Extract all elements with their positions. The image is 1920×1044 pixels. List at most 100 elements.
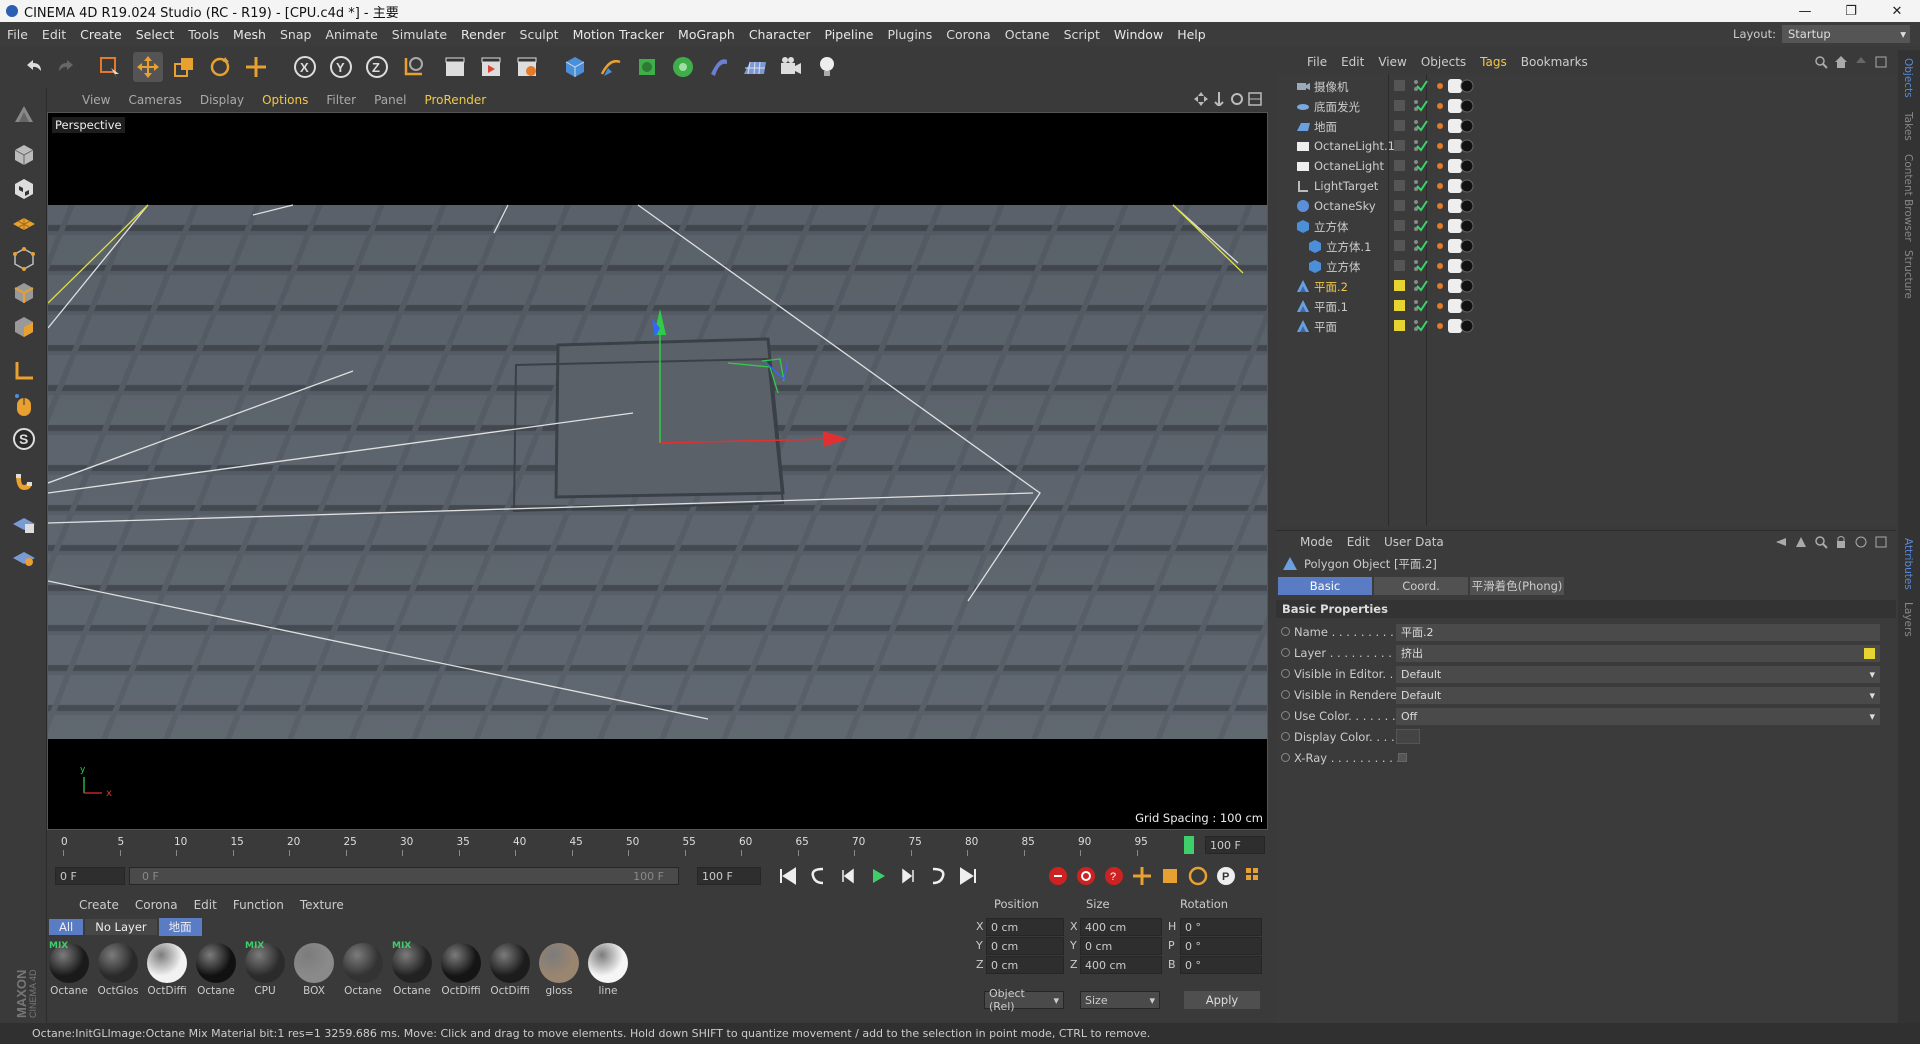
menu-create[interactable]: Create <box>73 27 129 42</box>
side-tab-layers[interactable]: Layers <box>1902 602 1914 637</box>
new-panel-icon[interactable] <box>1854 535 1868 549</box>
enabled-check-icon[interactable] <box>1416 279 1428 293</box>
material-menu-texture[interactable]: Texture <box>292 898 352 912</box>
y-axis-lock-button[interactable]: Y <box>326 52 356 82</box>
attribute-menu-edit[interactable]: Edit <box>1347 535 1370 549</box>
material-swatch[interactable]: MIX Octane <box>47 941 91 1001</box>
back-arrow-icon[interactable] <box>1774 535 1788 549</box>
object-name[interactable]: LightTarget <box>1314 179 1378 193</box>
attribute-value-field[interactable]: Default ▾ <box>1396 665 1880 683</box>
material-swatch[interactable]: Octane <box>341 941 385 1001</box>
object-tags-icon[interactable] <box>1434 238 1474 254</box>
size-field[interactable]: 400 cm <box>1080 918 1162 936</box>
rotate-view-icon[interactable] <box>1230 92 1244 106</box>
object-tags-icon[interactable] <box>1434 98 1474 114</box>
menu-animate[interactable]: Animate <box>318 27 384 42</box>
previous-key-icon[interactable] <box>807 865 829 887</box>
close-button[interactable]: ✕ <box>1874 0 1920 22</box>
object-row[interactable]: 立方体 <box>1276 216 1896 236</box>
object-row[interactable]: OctaneSky <box>1276 196 1896 216</box>
object-row[interactable]: 底面发光 <box>1276 96 1896 116</box>
enabled-check-icon[interactable] <box>1416 299 1428 313</box>
object-menu-tags[interactable]: Tags <box>1473 55 1514 69</box>
object-tags-icon[interactable] <box>1434 158 1474 174</box>
object-tags-icon[interactable] <box>1434 178 1474 194</box>
material-swatch[interactable]: OctDiffi <box>439 941 483 1001</box>
object-name[interactable]: 立方体 <box>1314 219 1349 235</box>
menu-corona[interactable]: Corona <box>939 27 997 42</box>
position-field[interactable]: 0 cm <box>986 956 1064 974</box>
enabled-check-icon[interactable] <box>1416 79 1428 93</box>
maximize-panel-icon[interactable] <box>1874 55 1888 69</box>
menu-plugins[interactable]: Plugins <box>880 27 939 42</box>
light-button[interactable] <box>812 52 842 82</box>
key-parameter-icon[interactable]: P <box>1215 865 1237 887</box>
attribute-value-field[interactable]: 平面.2 <box>1396 623 1880 641</box>
current-frame-field[interactable]: 0 F <box>55 867 125 885</box>
menu-select[interactable]: Select <box>129 27 182 42</box>
animate-radio-icon[interactable] <box>1281 690 1290 699</box>
key-rotation-icon[interactable] <box>1187 865 1209 887</box>
attribute-tab-basic[interactable]: Basic <box>1278 577 1372 595</box>
menu-help[interactable]: Help <box>1170 27 1213 42</box>
lock-icon[interactable] <box>1834 535 1848 549</box>
layer-color-chip[interactable] <box>1394 120 1405 131</box>
object-name[interactable]: 底面发光 <box>1314 99 1360 115</box>
size-field[interactable]: 400 cm <box>1080 956 1162 974</box>
recent-tools-button[interactable] <box>241 52 271 82</box>
layer-color-swatch[interactable] <box>1864 647 1875 659</box>
material-swatch[interactable]: MIX CPU <box>243 941 287 1001</box>
snap-button[interactable] <box>8 466 40 496</box>
material-swatch[interactable]: OctDiffi <box>488 941 532 1001</box>
enabled-check-icon[interactable] <box>1416 259 1428 273</box>
menu-window[interactable]: Window <box>1107 27 1170 42</box>
animate-radio-icon[interactable] <box>1281 732 1290 741</box>
camera-button[interactable] <box>776 52 806 82</box>
attribute-value-field[interactable]: Default ▾ <box>1396 686 1880 704</box>
menu-mograph[interactable]: MoGraph <box>671 27 742 42</box>
solo-mode-button[interactable]: S <box>8 424 40 454</box>
search-icon[interactable] <box>1814 55 1828 69</box>
animate-radio-icon[interactable] <box>1281 711 1290 720</box>
object-menu-edit[interactable]: Edit <box>1334 55 1371 69</box>
size-field[interactable]: 0 cm <box>1080 937 1162 955</box>
viewport-menu-filter[interactable]: Filter <box>317 93 365 107</box>
enabled-check-icon[interactable] <box>1416 119 1428 133</box>
object-name[interactable]: 平面.1 <box>1314 299 1348 315</box>
viewport-menu-display[interactable]: Display <box>191 93 253 107</box>
key-position-icon[interactable] <box>1131 865 1153 887</box>
side-tab-attributes[interactable]: Attributes <box>1902 538 1914 590</box>
end-frame-field[interactable]: 100 F <box>697 867 761 885</box>
enabled-check-icon[interactable] <box>1416 319 1428 333</box>
object-tags-icon[interactable] <box>1434 258 1474 274</box>
enabled-check-icon[interactable] <box>1416 179 1428 193</box>
attribute-value-field[interactable]: 挤出 <box>1396 644 1880 662</box>
preview-range-slider[interactable]: 0 F 100 F <box>129 867 679 885</box>
perspective-viewport[interactable]: Perspective y x Grid Spacing : 100 cm <box>47 112 1268 830</box>
maximize-panel-icon[interactable] <box>1874 535 1888 549</box>
attribute-value-field[interactable]: Off ▾ <box>1396 707 1880 725</box>
undo-button[interactable] <box>18 52 48 82</box>
menu-mesh[interactable]: Mesh <box>226 27 273 42</box>
viewport-menu-options[interactable]: Options <box>253 93 317 107</box>
menu-character[interactable]: Character <box>742 27 818 42</box>
dolly-view-icon[interactable] <box>1212 92 1226 106</box>
object-menu-file[interactable]: File <box>1300 55 1334 69</box>
object-tags-icon[interactable] <box>1434 298 1474 314</box>
move-tool-button[interactable] <box>133 52 163 82</box>
material-swatch[interactable]: line <box>586 941 630 1001</box>
position-field[interactable]: 0 cm <box>986 918 1064 936</box>
rotation-field[interactable]: 0 ° <box>1180 918 1262 936</box>
material-swatch[interactable]: Octane <box>194 941 238 1001</box>
layer-color-chip[interactable] <box>1394 260 1405 271</box>
rotate-tool-button[interactable] <box>205 52 235 82</box>
menu-render[interactable]: Render <box>454 27 513 42</box>
coord-mode-dropdown[interactable]: Object (Rel) ▾ <box>984 987 1064 1013</box>
xray-checkbox[interactable] <box>1398 753 1407 762</box>
menu-snap[interactable]: Snap <box>273 27 318 42</box>
workplane-mode-button[interactable] <box>8 208 40 238</box>
viewport-menu-cameras[interactable]: Cameras <box>119 93 190 107</box>
object-name[interactable]: 立方体.1 <box>1326 239 1371 255</box>
rotation-field[interactable]: 0 ° <box>1180 956 1262 974</box>
object-row[interactable]: 立方体 <box>1276 256 1896 276</box>
